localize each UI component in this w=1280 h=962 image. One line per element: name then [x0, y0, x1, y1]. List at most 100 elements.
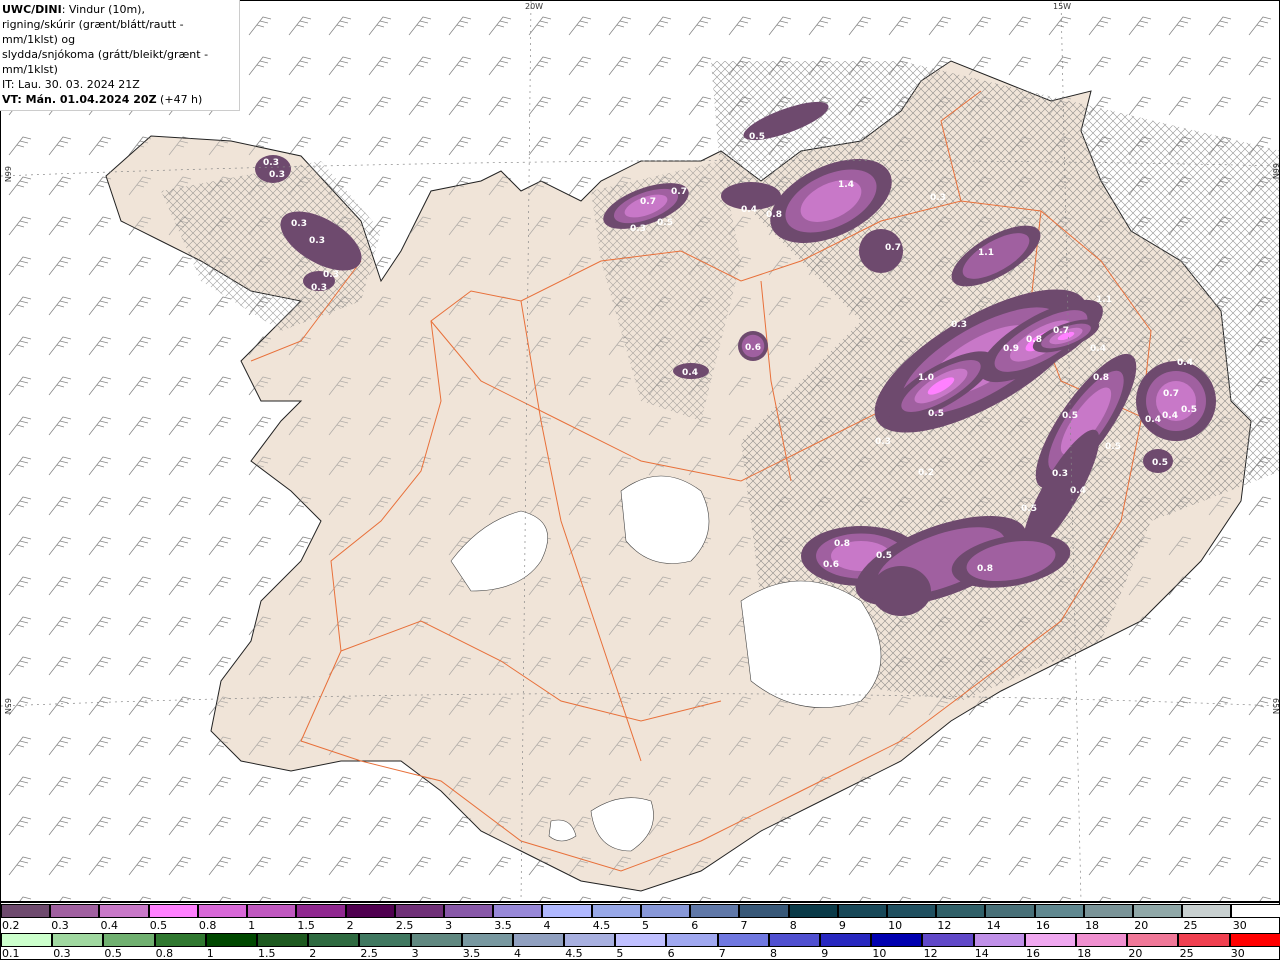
- precip-value-label: 0.5: [876, 551, 892, 561]
- map-canvas: 0.30.30.30.30.30.30.51.40.30.70.70.30.50…: [1, 1, 1279, 901]
- legend-snow-swatch: [985, 904, 1034, 918]
- legend-snow-swatch: [887, 904, 936, 918]
- legend-rain-swatch: [871, 933, 922, 947]
- precip-value-label: 0.8: [1026, 335, 1042, 345]
- legend-rain-swatch: [1230, 933, 1280, 947]
- precip-value-label: 0.5: [749, 132, 765, 142]
- precip-value-label: 0.4: [1090, 344, 1106, 354]
- legend-snow-swatch: [346, 904, 395, 918]
- legend-rain-label: 30: [1231, 947, 1245, 960]
- map-info-box: UWC/DINI: Vindur (10m), rigning/skúrir (…: [0, 0, 240, 111]
- precip-value-label: 0.5: [1181, 405, 1197, 415]
- info-line3: slydda/snjókoma (grátt/bleikt/grænt - mm…: [2, 47, 237, 77]
- legend-rain-label: 8: [770, 947, 777, 960]
- legend-rain-swatch: [462, 933, 513, 947]
- lat-label-left-66n: 66N: [3, 166, 12, 182]
- lat-label-left-65n: 65N: [3, 698, 12, 714]
- model-name: UWC/DINI: [2, 3, 62, 16]
- legend-snow-label: 20: [1134, 919, 1148, 932]
- legend-snow-label: 0.5: [150, 919, 168, 932]
- legend-rain-label: 0.5: [104, 947, 122, 960]
- legend-rain-label: 9: [821, 947, 828, 960]
- precip-value-label: 0.7: [671, 187, 687, 197]
- precip-area: [871, 566, 931, 616]
- init-time: IT: Lau. 30. 03. 2024 21Z: [2, 77, 237, 92]
- legend-rain-swatch: [206, 933, 257, 947]
- legend-snow-swatch: [838, 904, 887, 918]
- legend-rain-label: 1: [207, 947, 214, 960]
- precip-value-label: 0.8: [977, 564, 993, 574]
- legend-snow-swatch: [1182, 904, 1231, 918]
- legend-snow-label: 18: [1085, 919, 1099, 932]
- precip-value-label: 0.7: [885, 243, 901, 253]
- legend-rain-label: 2: [309, 947, 316, 960]
- legend-rain-label: 7: [719, 947, 726, 960]
- legend-snow-label: 16: [1036, 919, 1050, 932]
- legend-snow-swatch: [493, 904, 542, 918]
- legend-snow-swatch: [395, 904, 444, 918]
- legend-snow-colorbar: [1, 904, 1280, 918]
- precip-value-label: 0.5: [1021, 504, 1037, 514]
- legend-rain-swatch: [769, 933, 820, 947]
- legend-snow-label: 10: [888, 919, 902, 932]
- precip-value-label: 0.7: [640, 197, 656, 207]
- legend-snow-swatch: [1084, 904, 1133, 918]
- lon-label-20w: 20W: [525, 2, 543, 11]
- lat-label-right-65n: 65N: [1271, 698, 1280, 714]
- legend-snow-swatch: [296, 904, 345, 918]
- legend-rain-swatch: [103, 933, 154, 947]
- legend-rain-label: 25: [1180, 947, 1194, 960]
- legend-snow-swatch: [149, 904, 198, 918]
- legend-rain-label: 0.1: [2, 947, 20, 960]
- legend-snow-swatch: [789, 904, 838, 918]
- legend-snow-label: 0.2: [2, 919, 20, 932]
- precip-value-label: 0.8: [1093, 373, 1109, 383]
- valid-time: VT: Mán. 01.04.2024 20Z: [2, 93, 157, 106]
- legend-snow-labels: 0.20.30.40.50.811.522.533.544.5567891012…: [1, 918, 1280, 934]
- legend-snow-swatch: [936, 904, 985, 918]
- legend-snow-label: 14: [987, 919, 1001, 932]
- legend: 0.20.30.40.50.811.522.533.544.5567891012…: [0, 902, 1280, 960]
- legend-rain-label: 1.5: [258, 947, 276, 960]
- precip-value-label: 0.8: [834, 539, 850, 549]
- legend-rain-label: 0.3: [53, 947, 71, 960]
- legend-snow-label: 6: [691, 919, 698, 932]
- legend-rain-label: 20: [1128, 947, 1142, 960]
- legend-snow-label: 0.3: [51, 919, 69, 932]
- lat-label-right-66n: 66N: [1271, 163, 1280, 179]
- legend-snow-swatch: [50, 904, 99, 918]
- legend-rain-label: 2.5: [360, 947, 378, 960]
- precip-value-label: 0.6: [745, 343, 761, 353]
- precip-value-label: 0.3: [951, 320, 967, 330]
- legend-snow-label: 5: [642, 919, 649, 932]
- legend-rain-swatch: [922, 933, 973, 947]
- legend-rain-swatch: [974, 933, 1025, 947]
- legend-snow-swatch: [592, 904, 641, 918]
- legend-rain-label: 3.5: [463, 947, 481, 960]
- precip-value-label: 0.4: [682, 368, 698, 378]
- precip-value-label: 0.3: [1052, 469, 1068, 479]
- legend-rain-swatch: [257, 933, 308, 947]
- precip-value-label: 0.3: [291, 219, 307, 229]
- legend-snow-label: 1: [248, 919, 255, 932]
- precip-value-label: 0.7: [1053, 326, 1069, 336]
- legend-snow-label: 4: [544, 919, 551, 932]
- precip-value-label: 1.1: [978, 248, 994, 258]
- weather-map: 0.30.30.30.30.30.30.51.40.30.70.70.30.50…: [0, 0, 1280, 902]
- precip-value-label: 0.3: [311, 283, 327, 293]
- legend-snow-swatch: [690, 904, 739, 918]
- legend-rain-swatch: [564, 933, 615, 947]
- legend-rain-swatch: [513, 933, 564, 947]
- legend-rain-label: 0.8: [156, 947, 174, 960]
- legend-rain-label: 4: [514, 947, 521, 960]
- precip-value-label: 0.3: [323, 270, 339, 280]
- legend-snow-label: 30: [1233, 919, 1247, 932]
- legend-snow-label: 2.5: [396, 919, 414, 932]
- legend-rain-label: 18: [1077, 947, 1091, 960]
- legend-rain-swatch: [718, 933, 769, 947]
- precip-value-label: 1.4: [838, 180, 854, 190]
- legend-snow-label: 7: [740, 919, 747, 932]
- precip-value-label: 0.8: [766, 210, 782, 220]
- legend-snow-label: 2: [347, 919, 354, 932]
- precip-value-label: 0.2: [918, 468, 934, 478]
